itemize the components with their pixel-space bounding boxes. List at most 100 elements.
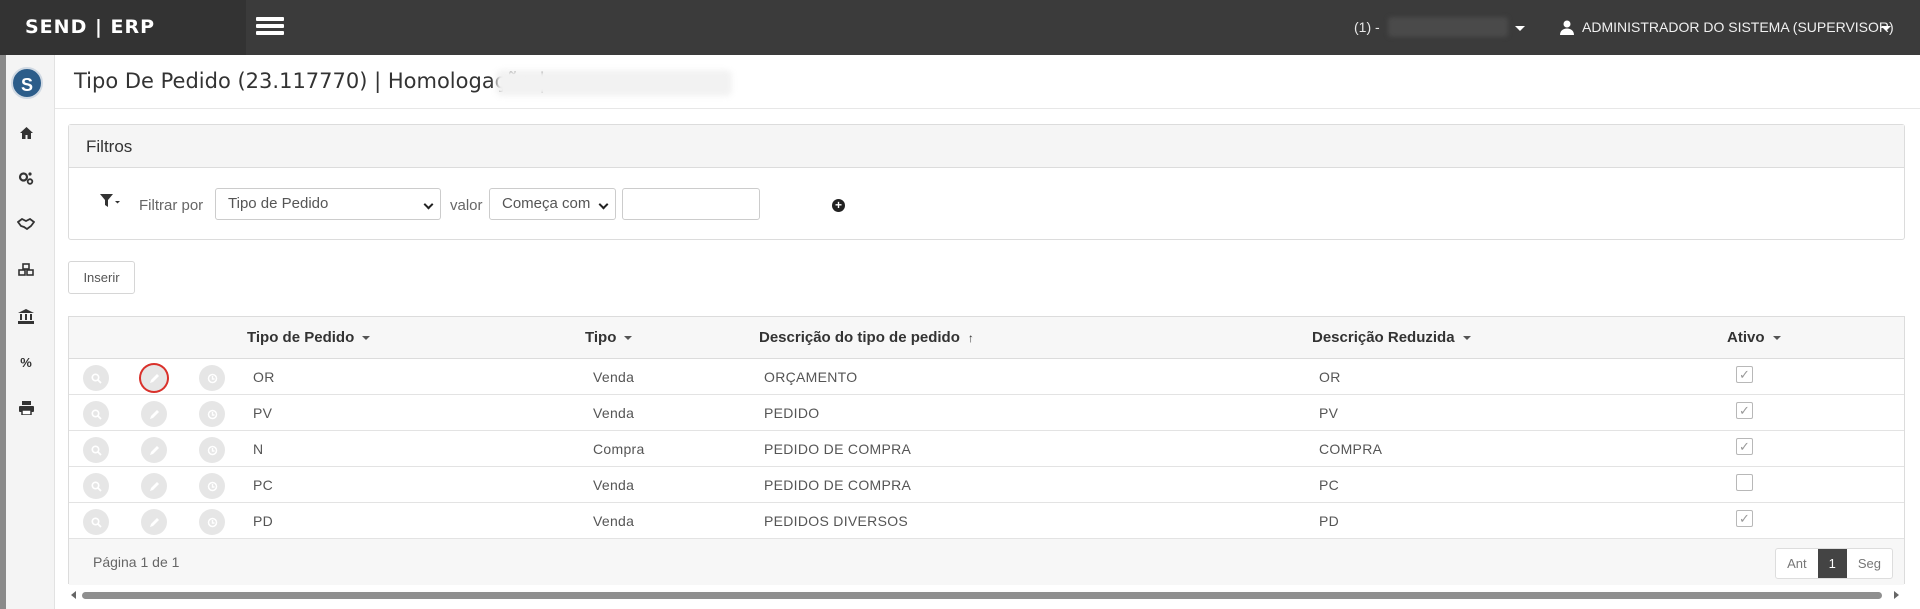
cell-descricao-reduzida: PC xyxy=(1319,477,1340,493)
cell-tipo: Venda xyxy=(593,369,635,385)
data-grid: Tipo de Pedido Tipo Descrição do tipo de… xyxy=(68,316,1905,585)
filter-by-label: Filtrar por xyxy=(139,197,204,214)
history-icon[interactable] xyxy=(199,437,225,463)
active-checkbox[interactable]: ✓ xyxy=(1736,438,1753,455)
column-header-ativo[interactable]: Ativo xyxy=(1727,317,1781,359)
sort-icon xyxy=(1772,336,1781,340)
active-checkbox[interactable]: ✓ xyxy=(1736,366,1753,383)
cell-tipo-pedido: N xyxy=(253,441,264,457)
history-icon[interactable] xyxy=(199,473,225,499)
pagination: Ant 1 Seg xyxy=(1775,548,1893,579)
chevron-down-icon xyxy=(423,199,434,210)
cell-tipo-pedido: PC xyxy=(253,477,274,493)
sort-ascending-icon: ↑ xyxy=(967,331,974,345)
table-row[interactable]: OR Venda ORÇAMENTO OR ✓ xyxy=(69,359,1904,395)
user-menu[interactable]: ADMINISTRADOR DO SISTEMA (SUPERVISOR) xyxy=(1560,0,1894,55)
column-header-label: Tipo xyxy=(585,329,617,346)
view-icon[interactable] xyxy=(83,509,109,535)
cell-tipo-pedido: OR xyxy=(253,369,275,385)
bank-icon[interactable] xyxy=(15,305,37,327)
handshake-icon[interactable] xyxy=(15,213,37,235)
history-icon[interactable] xyxy=(199,509,225,535)
column-header-label: Descrição do tipo de pedido xyxy=(759,329,960,346)
sort-icon xyxy=(362,336,371,340)
edit-icon[interactable] xyxy=(141,437,167,463)
environment-name-redacted xyxy=(496,70,732,96)
cell-tipo: Compra xyxy=(593,441,645,457)
company-logo[interactable]: S xyxy=(11,67,43,99)
company-selector[interactable]: (1) - xyxy=(1354,0,1380,55)
scroll-right-icon[interactable] xyxy=(1894,591,1899,599)
view-icon[interactable] xyxy=(83,473,109,499)
insert-button[interactable]: Inserir xyxy=(68,261,135,294)
filter-field-select[interactable]: Tipo de Pedido xyxy=(215,188,441,220)
edit-icon[interactable] xyxy=(141,473,167,499)
cell-descricao-reduzida: PD xyxy=(1319,513,1340,529)
filter-panel-title: Filtros xyxy=(69,125,1904,168)
menu-toggle-icon[interactable] xyxy=(256,17,284,39)
filter-operator-value: Começa com xyxy=(502,195,591,212)
company-name-redacted xyxy=(1388,17,1508,37)
prev-page-button[interactable]: Ant xyxy=(1776,549,1818,578)
user-dropdown-icon[interactable] xyxy=(1881,26,1891,31)
cell-tipo-pedido: PV xyxy=(253,405,273,421)
column-header-tipo-pedido[interactable]: Tipo de Pedido xyxy=(247,317,371,359)
company-dropdown-icon[interactable] xyxy=(1515,26,1525,31)
cell-descricao: ORÇAMENTO xyxy=(764,369,858,385)
top-navbar: SEND | ERP (1) - ADMINISTRADOR DO SISTEM… xyxy=(0,0,1920,55)
edit-icon[interactable] xyxy=(141,509,167,535)
view-icon[interactable] xyxy=(83,401,109,427)
active-checkbox[interactable] xyxy=(1736,474,1753,491)
column-header-label: Tipo de Pedido xyxy=(247,329,355,346)
edit-icon[interactable] xyxy=(141,365,167,391)
table-row[interactable]: N Compra PEDIDO DE COMPRA COMPRA ✓ xyxy=(69,431,1904,467)
grid-footer: Página 1 de 1 Ant 1 Seg xyxy=(69,539,1904,585)
scrollbar-thumb[interactable] xyxy=(82,592,1882,599)
value-label: valor xyxy=(450,197,483,214)
table-row[interactable]: PC Venda PEDIDO DE COMPRA PC xyxy=(69,467,1904,503)
filter-value-input[interactable] xyxy=(622,188,760,220)
filter-icon[interactable] xyxy=(100,194,120,213)
history-icon[interactable] xyxy=(199,401,225,427)
cell-tipo: Venda xyxy=(593,513,635,529)
column-header-label: Descrição Reduzida xyxy=(1312,329,1455,346)
cubes-icon[interactable] xyxy=(15,259,37,281)
cell-descricao-reduzida: OR xyxy=(1319,369,1341,385)
cell-descricao: PEDIDO DE COMPRA xyxy=(764,441,912,457)
percent-icon[interactable]: % xyxy=(15,351,37,373)
column-header-descricao-reduzida[interactable]: Descrição Reduzida xyxy=(1312,317,1471,359)
filter-operator-select[interactable]: Começa com xyxy=(489,188,616,220)
sort-icon xyxy=(1462,336,1471,340)
user-name: ADMINISTRADOR DO SISTEMA (SUPERVISOR) xyxy=(1582,19,1894,35)
table-row[interactable]: PD Venda PEDIDOS DIVERSOS PD ✓ xyxy=(69,503,1904,539)
home-icon[interactable] xyxy=(15,122,37,144)
user-icon xyxy=(1560,20,1574,35)
scroll-left-icon[interactable] xyxy=(71,591,76,599)
filter-row: Filtrar por Tipo de Pedido valor Começa … xyxy=(69,168,1904,240)
cell-descricao-reduzida: COMPRA xyxy=(1319,441,1383,457)
history-icon[interactable] xyxy=(199,365,225,391)
add-filter-icon[interactable]: + xyxy=(832,199,845,212)
view-icon[interactable] xyxy=(83,437,109,463)
edit-icon[interactable] xyxy=(141,401,167,427)
page-number-button[interactable]: 1 xyxy=(1817,549,1847,578)
column-header-tipo[interactable]: Tipo xyxy=(585,317,633,359)
print-icon[interactable] xyxy=(15,397,37,419)
active-checkbox[interactable]: ✓ xyxy=(1736,402,1753,419)
active-checkbox[interactable]: ✓ xyxy=(1736,510,1753,527)
brand-logo[interactable]: SEND | ERP xyxy=(0,0,246,55)
page-title: Tipo De Pedido (23.117770) | Homologação… xyxy=(74,69,546,93)
chevron-down-icon xyxy=(598,199,609,210)
column-header-descricao[interactable]: Descrição do tipo de pedido ↑ xyxy=(759,317,974,359)
page-info: Página 1 de 1 xyxy=(93,554,180,570)
gears-icon[interactable] xyxy=(15,167,37,189)
cell-descricao: PEDIDOS DIVERSOS xyxy=(764,513,909,529)
next-page-button[interactable]: Seg xyxy=(1847,549,1892,578)
cell-tipo: Venda xyxy=(593,477,635,493)
view-icon[interactable] xyxy=(83,365,109,391)
title-divider xyxy=(55,108,1920,109)
cell-descricao: PEDIDO DE COMPRA xyxy=(764,477,912,493)
sidebar-scroll-edge xyxy=(0,55,6,609)
horizontal-scrollbar[interactable] xyxy=(68,589,1905,601)
table-row[interactable]: PV Venda PEDIDO PV ✓ xyxy=(69,395,1904,431)
